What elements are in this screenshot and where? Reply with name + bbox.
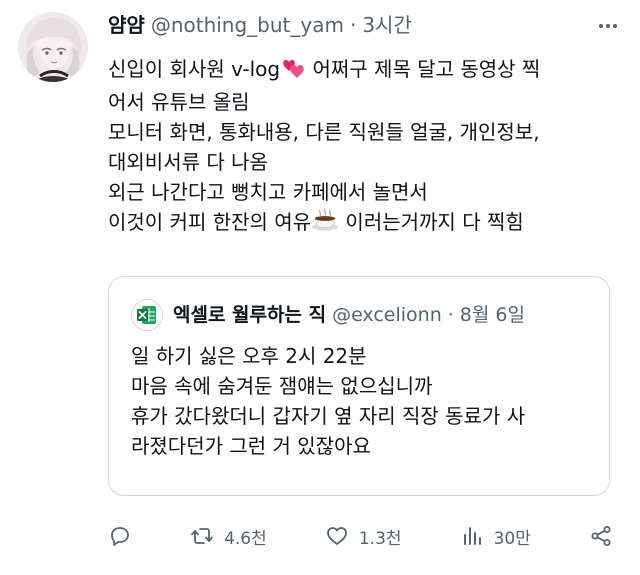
- share-button[interactable]: [589, 524, 613, 548]
- quoted-tweet-card[interactable]: 엑셀로 월루하는 직 @excelionn · 8월 6일 일 하기 싫은 오후…: [108, 276, 610, 496]
- retweet-count: 4.6천: [224, 528, 267, 549]
- quoted-author-avatar[interactable]: [131, 299, 163, 331]
- tweet-line: 모니터 화면, 통화내용, 다른 직원들 얼굴, 개인정보,: [108, 120, 540, 144]
- author-handle[interactable]: @nothing_but_yam: [151, 10, 344, 40]
- separator-dot: ·: [349, 13, 357, 37]
- share-icon: [591, 526, 611, 546]
- more-icon: [599, 24, 617, 28]
- hot-beverage-emoji: [311, 208, 339, 240]
- action-bar: 4.6천 1.3천 30만: [108, 518, 613, 554]
- tweet-line: 대외비서류 다 나옴: [108, 150, 268, 174]
- tweet-line: 외근 나간다고 뻥치고 카페에서 놀면서: [108, 180, 428, 204]
- more-options-button[interactable]: [596, 14, 620, 38]
- reply-icon: [111, 527, 129, 546]
- tweet-text: 신입이 회사원 v-log 어쩌구 제목 달고 동영상 찍 어서 유튜브 올림 …: [108, 54, 628, 240]
- quoted-tweet-text: 일 하기 싫은 오후 2시 22분 마음 속에 숨겨둔 잼얘는 없으십니까 휴가…: [131, 341, 593, 461]
- quoted-line: 일 하기 싫은 오후 2시 22분: [131, 344, 367, 368]
- excel-icon: [137, 306, 156, 324]
- views-button[interactable]: 30만: [460, 524, 531, 549]
- avatar-illustration: [18, 12, 88, 82]
- two-hearts-emoji: [280, 57, 306, 87]
- separator-dot: ·: [447, 304, 454, 326]
- retweet-button[interactable]: 4.6천: [190, 524, 267, 549]
- views-count: 30만: [493, 528, 531, 549]
- reply-button[interactable]: [108, 524, 132, 548]
- quoted-line: 마음 속에 숨겨둔 잼얘는 없으십니까: [131, 374, 433, 398]
- author-name[interactable]: 얌얌: [108, 10, 145, 40]
- quoted-author-handle[interactable]: @excelionn: [332, 301, 442, 329]
- quoted-line: 휴가 갔다왔더니 갑자기 옆 자리 직장 동료가 사: [131, 404, 526, 428]
- tweet-header: 얌얌 @nothing_but_yam · 3시간: [108, 10, 412, 40]
- tweet-line: 신입이 회사원 v-log 어쩌구 제목 달고 동영상 찍: [108, 54, 628, 87]
- quoted-tweet-time[interactable]: 8월 6일: [460, 301, 525, 329]
- retweet-icon: [191, 528, 213, 544]
- like-count: 1.3천: [358, 528, 402, 549]
- tweet-line: 어서 유튜브 올림: [108, 90, 250, 114]
- quoted-author-name[interactable]: 엑셀로 월루하는 직: [173, 301, 326, 329]
- tweet-time[interactable]: 3시간: [362, 10, 412, 40]
- quoted-line: 라졌다던가 그런 거 있잖아요: [131, 434, 371, 458]
- views-icon: [463, 527, 481, 545]
- heart-icon: [326, 527, 347, 545]
- tweet-line: 이것이 커피 한잔의 여유 이러는거까지 다 찍힘: [108, 207, 628, 240]
- author-avatar[interactable]: [18, 12, 88, 82]
- like-button[interactable]: 1.3천: [325, 524, 402, 549]
- quoted-tweet-header: 엑셀로 월루하는 직 @excelionn · 8월 6일: [131, 299, 593, 331]
